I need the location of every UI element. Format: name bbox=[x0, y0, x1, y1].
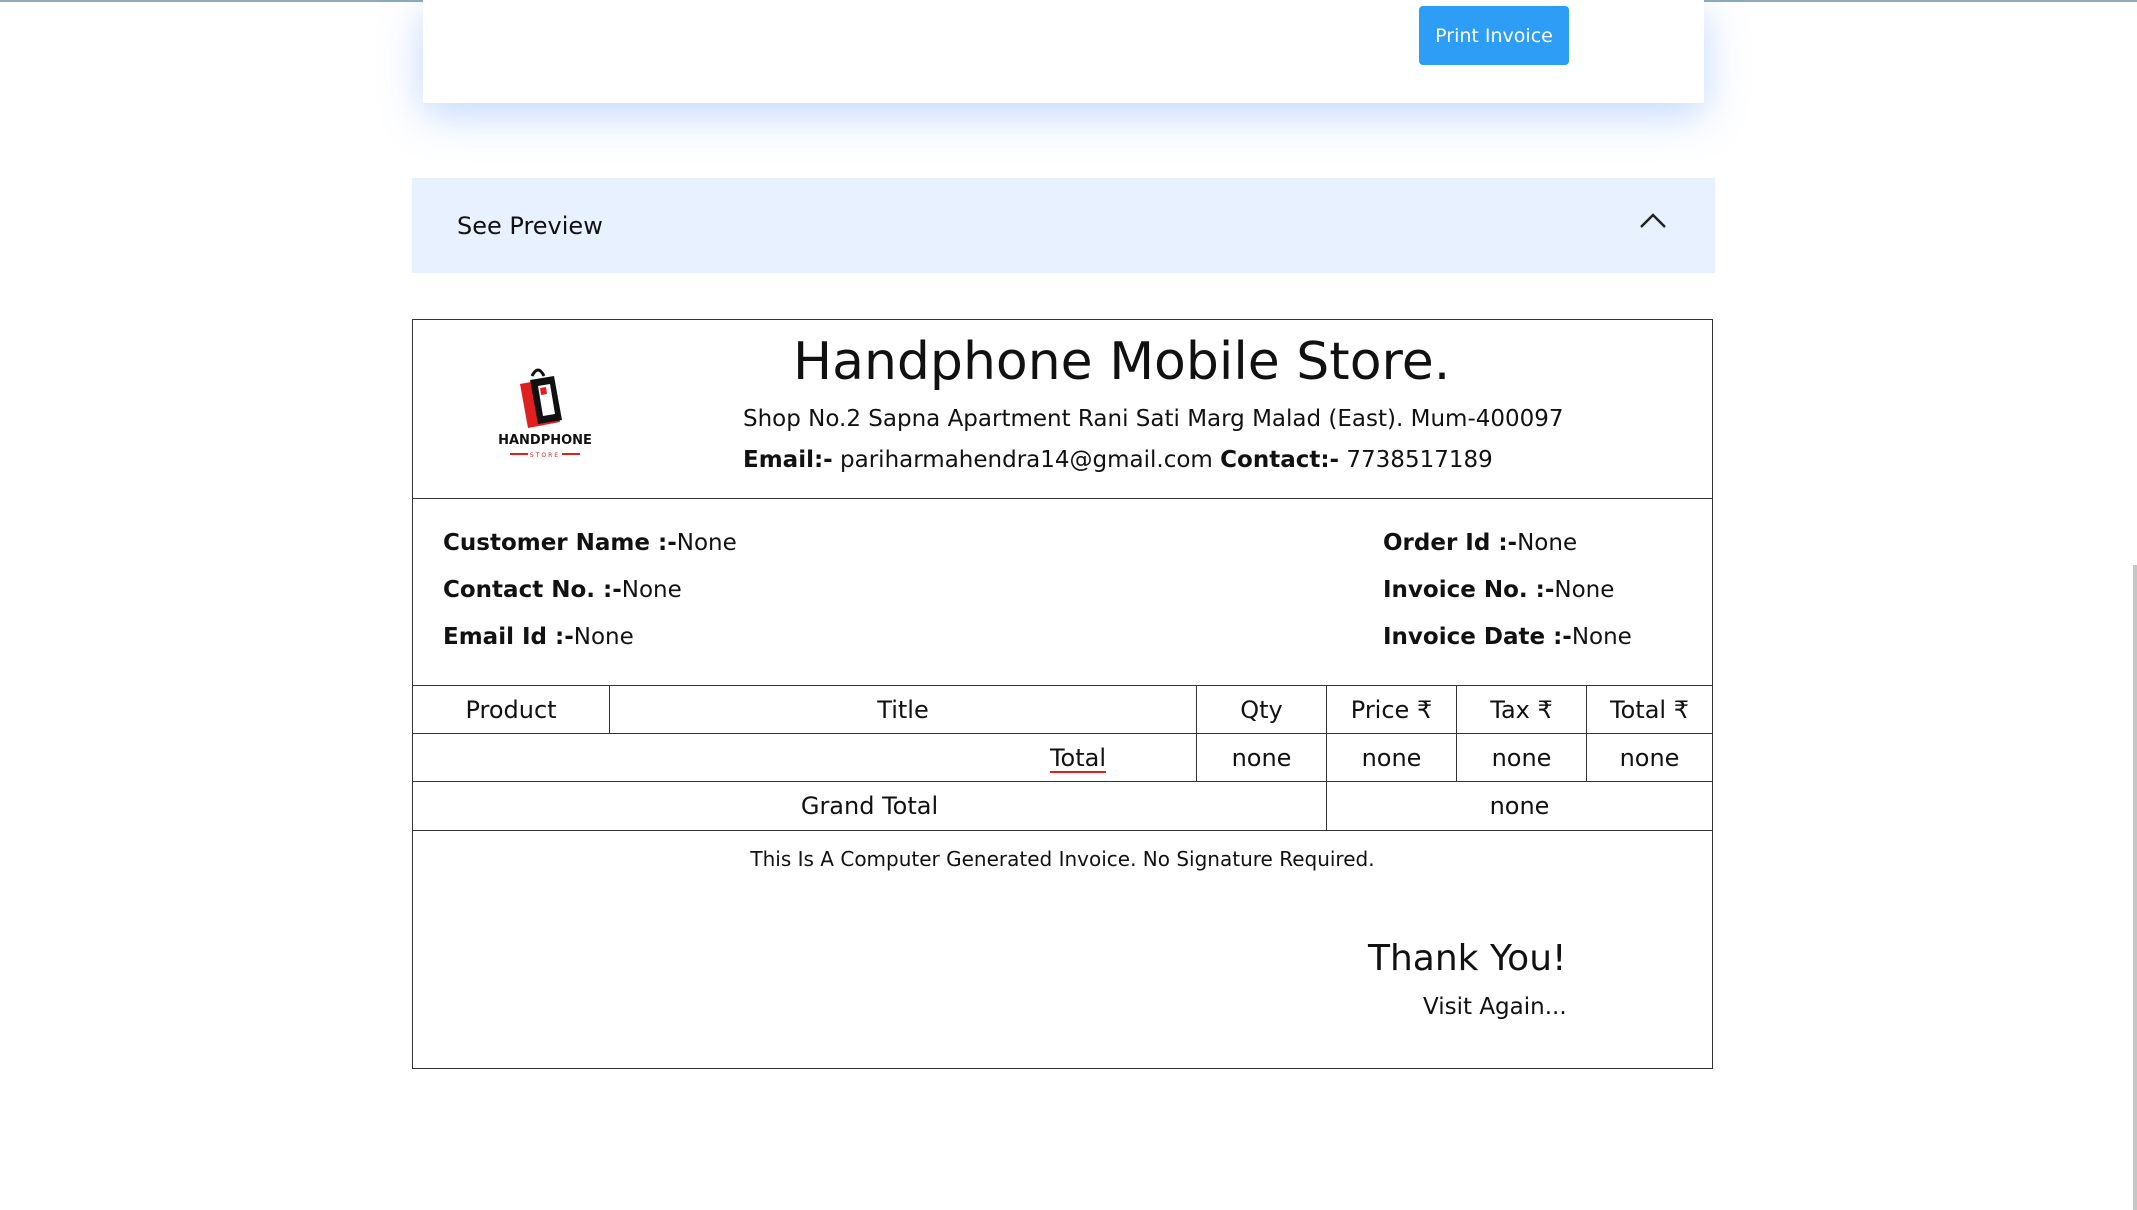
total-amount: none bbox=[1586, 734, 1712, 782]
invoice-header: HANDPHONE STORE Handphone Mobile Store. … bbox=[413, 320, 1712, 499]
total-label: Total bbox=[1049, 744, 1106, 772]
email-id-label: Email Id :- bbox=[443, 624, 574, 650]
order-info: Order Id :-None Invoice No. :-None Invoi… bbox=[1383, 530, 1632, 671]
header-price: Price ₹ bbox=[1326, 686, 1456, 734]
print-card: Print Invoice bbox=[423, 0, 1704, 103]
header-product: Product bbox=[465, 696, 557, 724]
visit-again-text: Visit Again... bbox=[1423, 994, 1567, 1020]
store-contact-line: Email:- pariharmahendra14@gmail.com Cont… bbox=[743, 447, 1493, 473]
total-qty: none bbox=[1196, 734, 1326, 782]
accordion-title: See Preview bbox=[457, 211, 603, 240]
total-label-cell: Total bbox=[413, 734, 1196, 782]
store-contact: 7738517189 bbox=[1346, 447, 1493, 473]
total-price: none bbox=[1326, 734, 1456, 782]
contact-no-row: Contact No. :-None bbox=[443, 577, 737, 624]
computer-generated-note: This Is A Computer Generated Invoice. No… bbox=[750, 847, 1375, 871]
print-invoice-button[interactable]: Print Invoice bbox=[1419, 6, 1569, 65]
header-title: Title bbox=[609, 686, 1196, 734]
see-preview-accordion[interactable]: See Preview bbox=[412, 178, 1715, 273]
header-tax: Tax ₹ bbox=[1456, 686, 1586, 734]
page-scrollbar[interactable] bbox=[2133, 565, 2137, 1210]
invoice-preview: HANDPHONE STORE Handphone Mobile Store. … bbox=[412, 319, 1713, 1069]
header-qty: Qty bbox=[1196, 686, 1326, 734]
contact-no-label: Contact No. :- bbox=[443, 577, 622, 603]
store-address: Shop No.2 Sapna Apartment Rani Sati Marg… bbox=[743, 406, 1564, 432]
customer-name-row: Customer Name :-None bbox=[443, 530, 737, 577]
invoice-no-label: Invoice No. :- bbox=[1383, 577, 1555, 603]
grand-total-label: Grand Total bbox=[800, 792, 939, 820]
email-label: Email:- bbox=[743, 447, 833, 473]
invoice-date-label: Invoice Date :- bbox=[1383, 624, 1572, 650]
invoice-no-value: None bbox=[1554, 577, 1615, 603]
customer-name-label: Customer Name :- bbox=[443, 530, 677, 556]
total-tax: none bbox=[1456, 734, 1586, 782]
logo-text: HANDPHONE bbox=[498, 433, 592, 448]
contact-label: Contact:- bbox=[1220, 447, 1340, 473]
order-id-row: Order Id :-None bbox=[1383, 530, 1632, 577]
invoice-no-row: Invoice No. :-None bbox=[1383, 577, 1632, 624]
header-total: Total ₹ bbox=[1586, 686, 1712, 734]
contact-no-value: None bbox=[621, 577, 682, 603]
store-email: pariharmahendra14@gmail.com bbox=[840, 447, 1213, 473]
customer-name-value: None bbox=[676, 530, 737, 556]
customer-info: Customer Name :-None Contact No. :-None … bbox=[443, 530, 737, 671]
store-logo: HANDPHONE STORE bbox=[498, 368, 592, 459]
grand-total-row: Grand Total none bbox=[413, 781, 1712, 831]
chevron-up-icon[interactable] bbox=[1639, 211, 1667, 231]
email-id-value: None bbox=[573, 624, 634, 650]
order-id-label: Order Id :- bbox=[1383, 530, 1518, 556]
logo-subtext: STORE bbox=[530, 452, 560, 459]
order-id-value: None bbox=[1517, 530, 1578, 556]
thank-you-heading: Thank You! bbox=[1368, 938, 1567, 979]
email-id-row: Email Id :-None bbox=[443, 624, 737, 671]
store-name: Handphone Mobile Store. bbox=[793, 332, 1451, 392]
grand-total-value: none bbox=[1326, 782, 1712, 830]
table-header-row: Product Title Qty Price ₹ Tax ₹ Total ₹ bbox=[413, 685, 1712, 734]
invoice-date-value: None bbox=[1571, 624, 1632, 650]
table-total-row: Total none none none none bbox=[413, 733, 1712, 782]
invoice-date-row: Invoice Date :-None bbox=[1383, 624, 1632, 671]
